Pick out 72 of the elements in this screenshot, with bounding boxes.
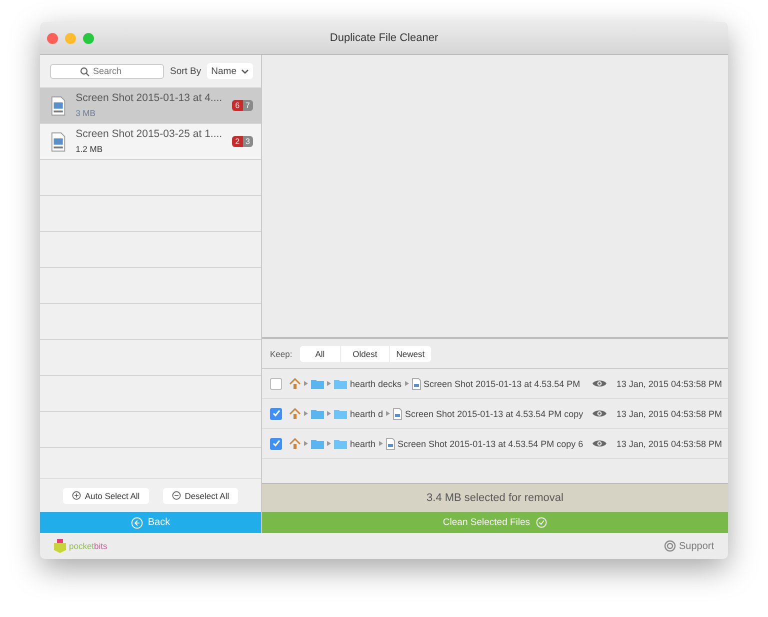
folder-icon [311, 438, 324, 448]
plus-circle-icon [72, 491, 81, 500]
folder-icon [311, 408, 324, 418]
logo-icon [54, 539, 66, 553]
count-badge: 6 [232, 100, 243, 111]
zoom-button[interactable] [83, 32, 94, 44]
deselect-all-button[interactable]: Deselect All [162, 488, 238, 504]
search-field[interactable]: Search [50, 64, 164, 78]
folder-icon [334, 408, 347, 418]
file-size: 3 MB [76, 108, 96, 120]
file-icon [386, 438, 395, 450]
file-icon [393, 408, 402, 420]
eye-icon[interactable] [592, 409, 608, 418]
lifebuoy-icon [664, 540, 676, 552]
file-icon [412, 378, 421, 390]
file-date: 13 Jan, 2015 04:53:58 PM [616, 438, 722, 448]
folder-icon [334, 438, 347, 448]
file-name: Screen Shot 2015-01-13 at 4.53.54 PM copy 6 [398, 438, 584, 448]
chevron-icon [241, 68, 250, 74]
auto-select-all-button[interactable]: Auto Select All [62, 488, 149, 504]
folder-name: hearth d [350, 408, 384, 418]
file-size: 1.2 MB [76, 144, 103, 156]
sort-label: Sort By [170, 66, 202, 76]
checkbox[interactable] [270, 378, 282, 390]
folder-name: hearth decks [350, 378, 402, 388]
keep-option-tab[interactable]: All [300, 346, 340, 362]
eye-icon[interactable] [592, 379, 608, 388]
path-arrow-icon [304, 381, 308, 386]
folder-icon [311, 378, 324, 388]
checkmark-icon [272, 439, 280, 448]
file-date: 13 Jan, 2015 04:53:58 PM [616, 408, 722, 418]
keep-option-tab[interactable]: Oldest [340, 346, 390, 362]
home-icon [289, 378, 301, 390]
path-arrow-icon [304, 411, 308, 416]
keep-option-tab[interactable]: Newest [390, 346, 431, 362]
keep-label: Keep: [270, 348, 292, 358]
file-name: Screen Shot 2015-03-25 at 1.... [76, 128, 222, 142]
count-badge: 2 [232, 136, 243, 147]
path-arrow-icon [386, 411, 390, 416]
count-badge: 3 [242, 136, 253, 147]
search-icon [80, 66, 90, 76]
checkbox[interactable] [270, 408, 282, 420]
count-badge: 7 [242, 100, 253, 111]
checkmark-circle-icon [536, 517, 548, 528]
eye-icon[interactable] [592, 439, 608, 448]
support-link[interactable]: Support [664, 540, 714, 552]
path-arrow-icon [327, 441, 331, 446]
path-arrow-icon [304, 441, 308, 446]
sort-dropdown[interactable]: Name [207, 63, 254, 79]
folder-icon [334, 378, 347, 388]
duplicate-group-item[interactable]: Screen Shot 2015-01-13 at 4.... 3 MB 6 7 [40, 88, 261, 124]
file-name: Screen Shot 2015-01-13 at 4.53.54 PM [424, 378, 580, 388]
window-title: Duplicate File Cleaner [330, 32, 438, 44]
duplicate-group-item[interactable]: Screen Shot 2015-03-25 at 1.... 1.2 MB 2 3 [40, 124, 261, 160]
file-date: 13 Jan, 2015 04:53:58 PM [616, 378, 722, 388]
file-name: Screen Shot 2015-01-13 at 4.53.54 PM copy [405, 408, 584, 418]
selection-summary: 3.4 MB selected for removal [262, 483, 728, 512]
image-file-icon [51, 130, 66, 152]
path-arrow-icon [327, 381, 331, 386]
logo-text: pocketbits [69, 541, 108, 551]
minus-circle-icon [172, 491, 181, 500]
image-file-icon [51, 94, 66, 116]
folder-name: hearth [350, 438, 376, 448]
path-arrow-icon [378, 441, 383, 446]
close-button[interactable] [47, 32, 58, 44]
path-arrow-icon [327, 411, 331, 416]
path-arrow-icon [404, 381, 409, 386]
checkbox[interactable] [270, 438, 282, 450]
file-name: Screen Shot 2015-01-13 at 4.... [76, 92, 222, 106]
home-icon [289, 408, 301, 420]
home-icon [289, 438, 301, 450]
checkmark-icon [272, 409, 280, 418]
